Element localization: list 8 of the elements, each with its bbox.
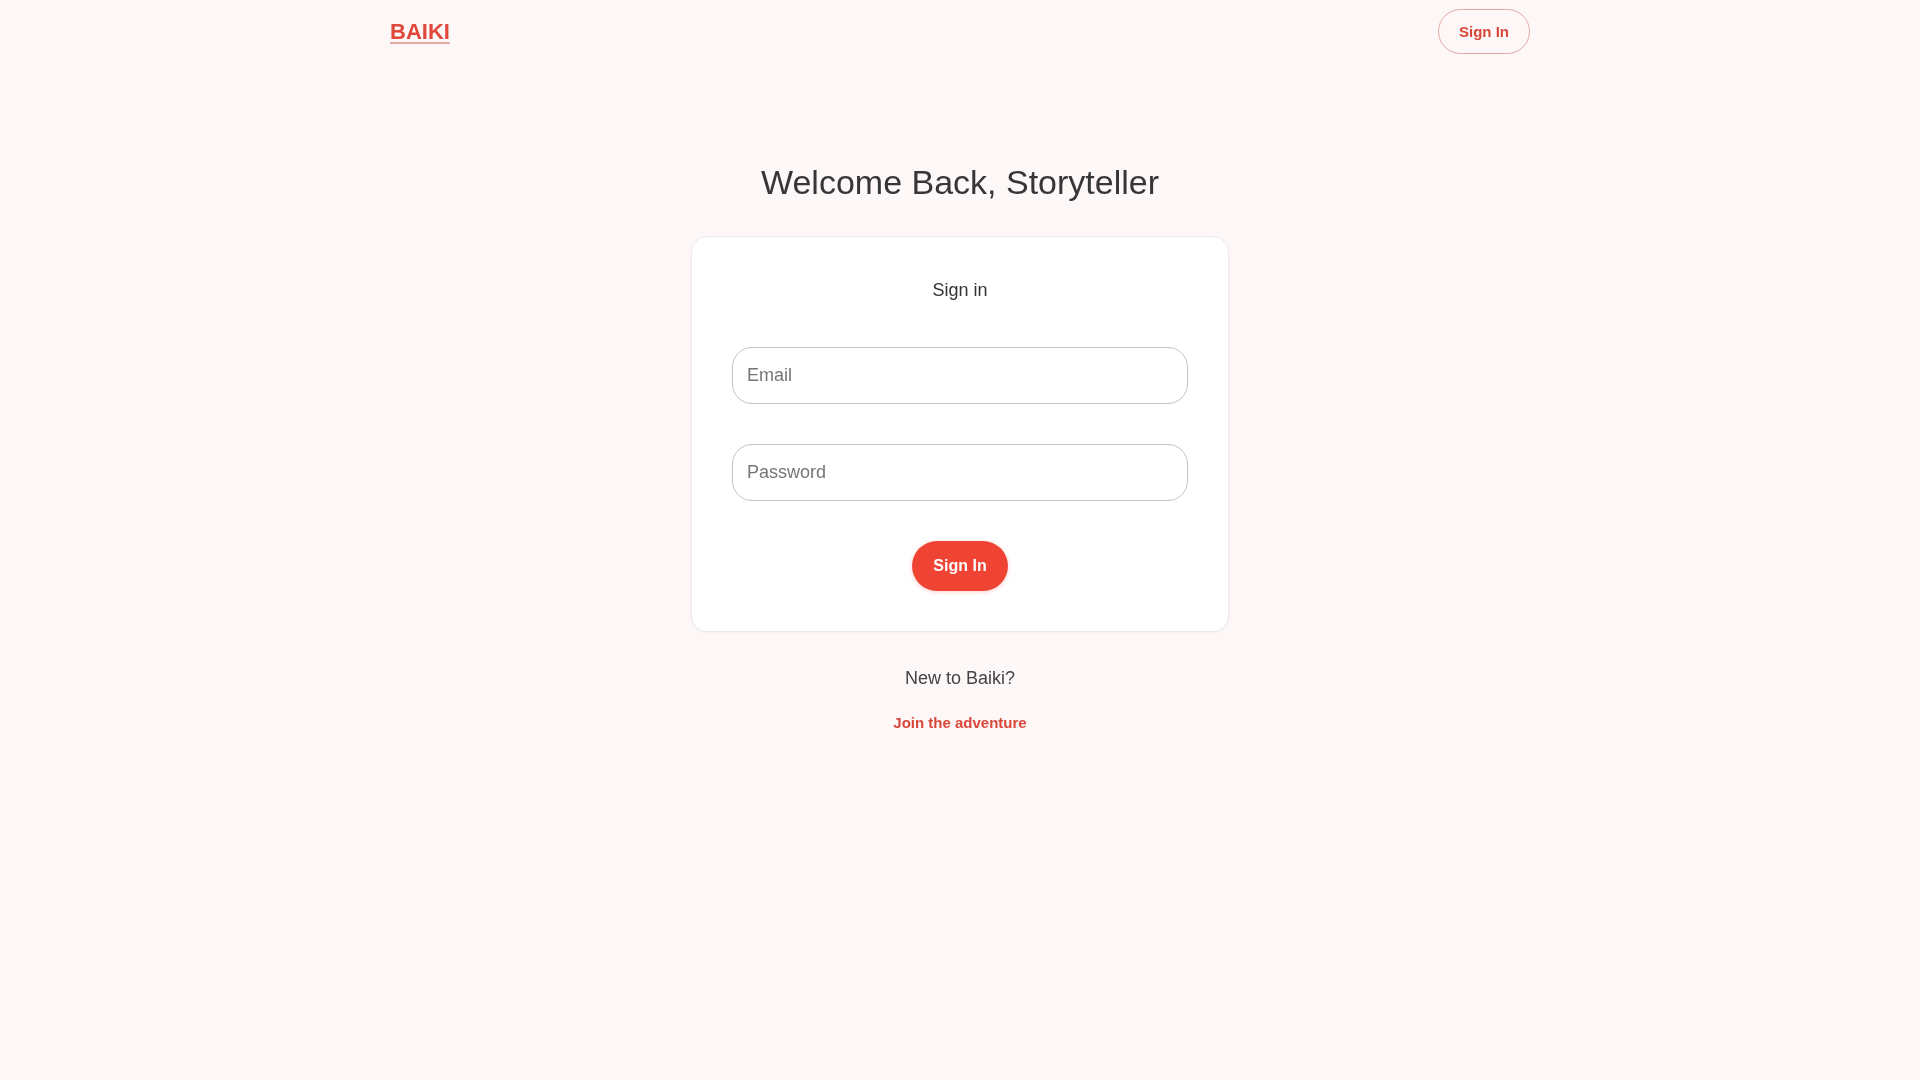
sign-in-button[interactable]: Sign In bbox=[912, 541, 1008, 591]
logo-link[interactable]: BAIKI bbox=[390, 18, 450, 45]
page-title: Welcome Back, Storyteller bbox=[760, 162, 1160, 203]
signup-link[interactable]: Join the adventure bbox=[893, 713, 1027, 733]
card-heading: Sign in bbox=[931, 279, 989, 302]
signup-prompt: New to Baiki? bbox=[904, 667, 1016, 690]
input-field[interactable]: Email bbox=[732, 347, 1188, 404]
input-field[interactable]: Password bbox=[732, 444, 1188, 501]
